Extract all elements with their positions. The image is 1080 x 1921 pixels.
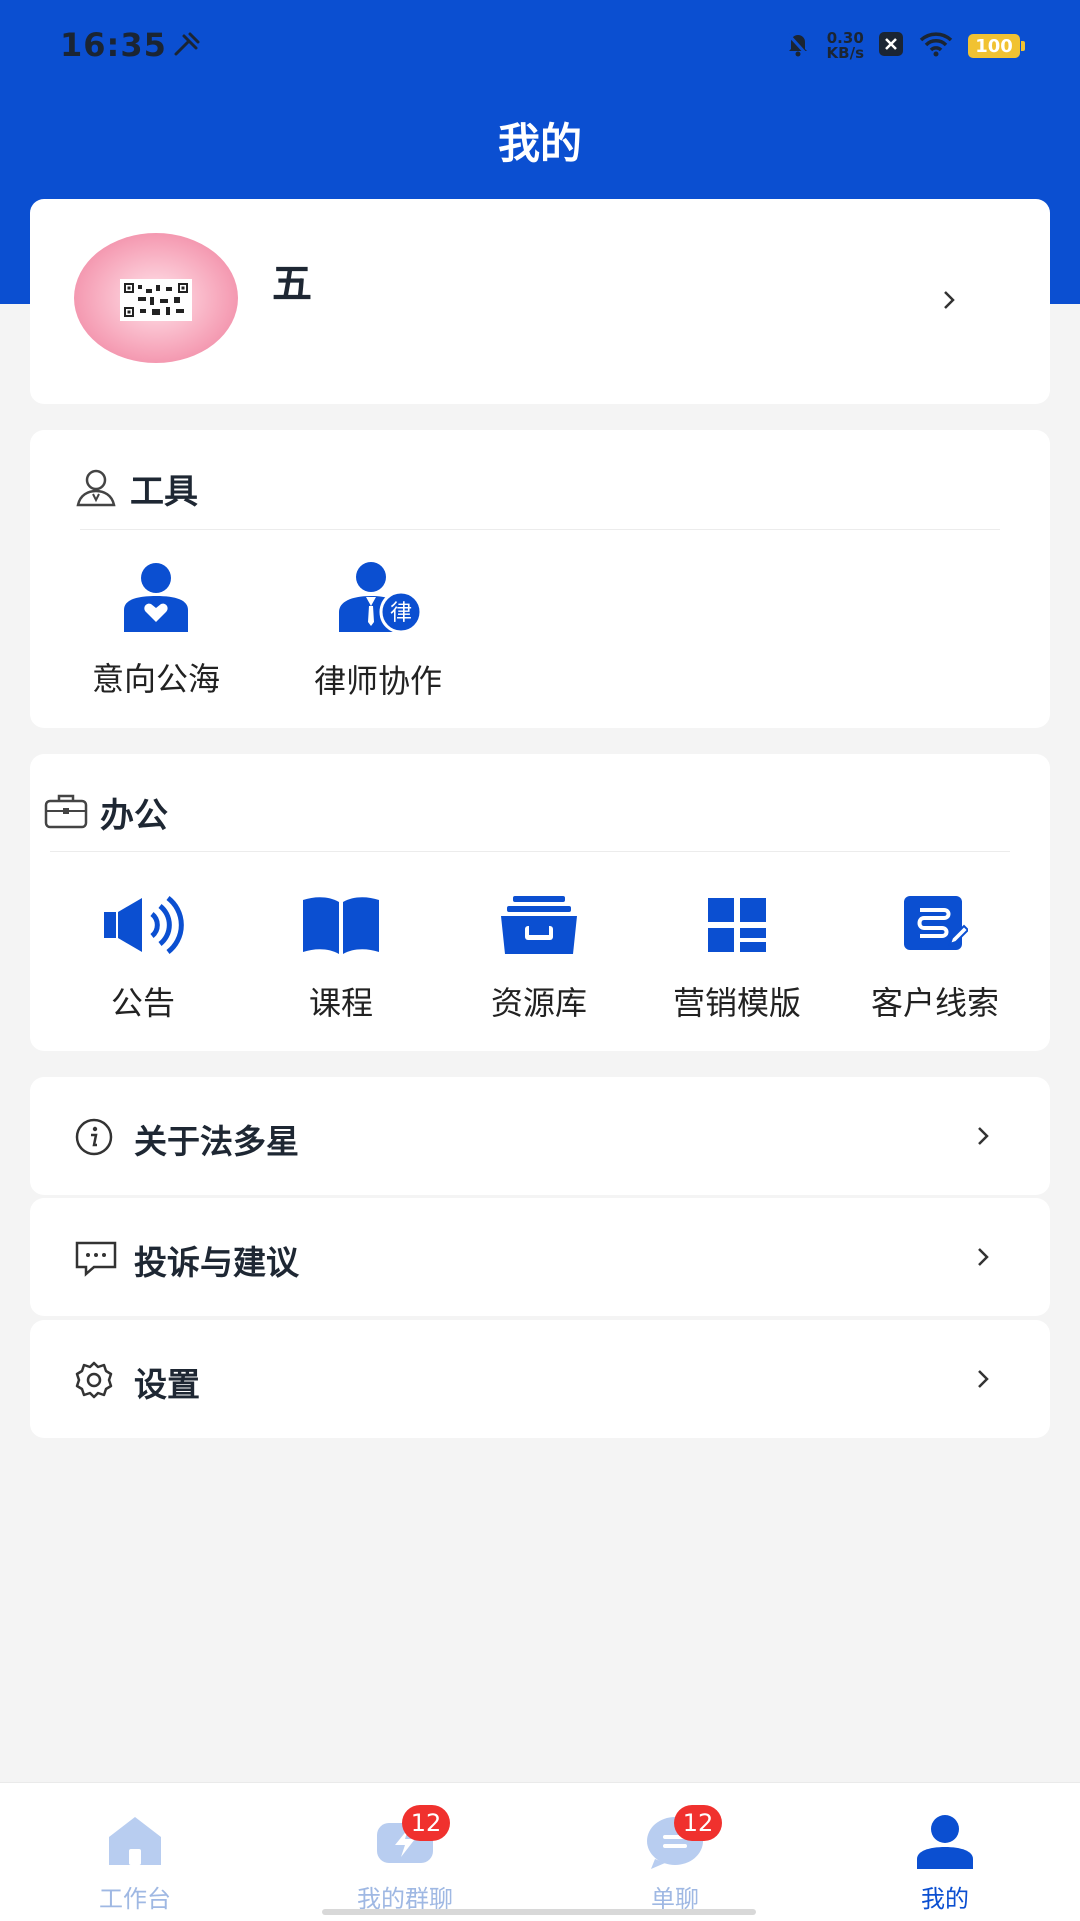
template-grid-icon — [638, 894, 836, 960]
gear-icon — [74, 1360, 114, 1400]
office-item-announcement[interactable]: 公告 — [44, 894, 242, 1024]
status-bar: 16:35 0.30 KB/s 100 — [0, 0, 1080, 92]
wifi-icon — [918, 31, 954, 61]
unread-badge: 12 — [402, 1805, 450, 1841]
home-icon — [105, 1813, 165, 1869]
divider — [80, 529, 1000, 530]
net-speed-unit: KB/s — [826, 44, 864, 62]
office-item-marketing-template[interactable]: 营销模版 — [638, 894, 836, 1024]
book-icon — [242, 894, 440, 960]
net-speed: 0.30 KB/s — [827, 31, 864, 61]
menu-label: 关于法多星 — [134, 1122, 299, 1161]
tools-title: 工具 — [130, 472, 198, 512]
menu-item-feedback[interactable]: 投诉与建议 — [30, 1198, 1050, 1316]
unread-badge: 12 — [674, 1805, 722, 1841]
chevron-right-icon — [972, 1125, 994, 1147]
office-section-header: 办公 — [44, 788, 168, 837]
office-label: 资源库 — [490, 984, 587, 1022]
speaker-icon — [44, 894, 242, 960]
battery-indicator: 100 — [968, 34, 1025, 58]
office-item-client-leads[interactable]: 客户线索 — [836, 894, 1034, 1024]
chevron-right-icon — [972, 1368, 994, 1390]
tool-item-intent-pool[interactable]: 意向公海 — [56, 560, 256, 700]
tab-mine[interactable]: 我的 — [810, 1783, 1080, 1921]
office-card: 办公 公告 课程 资源库 营销模版 客户线索 — [30, 754, 1050, 1051]
mute-bell-icon — [783, 29, 813, 63]
page-title: 我的 — [497, 119, 582, 168]
tab-group-chat[interactable]: 12 我的群聊 — [270, 1783, 540, 1921]
tool-item-lawyer-collab[interactable]: 律 律师协作 — [278, 560, 478, 702]
chevron-right-icon[interactable] — [938, 289, 960, 311]
office-label: 营销模版 — [672, 984, 801, 1022]
tools-card: 工具 意向公海 律 律师协作 — [30, 430, 1050, 728]
svg-text:律: 律 — [390, 601, 412, 626]
status-time: 16:35 — [60, 26, 167, 64]
office-label: 公告 — [110, 984, 175, 1022]
client-lead-icon — [836, 894, 1034, 960]
tools-status-icon — [172, 30, 202, 60]
briefcase-icon — [44, 793, 88, 833]
close-box-icon — [878, 31, 904, 61]
tools-section-header: 工具 — [74, 464, 198, 513]
office-title: 办公 — [100, 796, 168, 836]
menu-item-about[interactable]: 关于法多星 — [30, 1077, 1050, 1195]
profile-card[interactable]: 五 — [30, 199, 1050, 404]
chevron-right-icon — [972, 1246, 994, 1268]
user-heart-icon — [56, 560, 256, 636]
qr-code-icon — [120, 279, 192, 321]
menu-item-settings[interactable]: 设置 — [30, 1320, 1050, 1438]
bottom-tab-bar: 工作台 12 我的群聊 12 单聊 我的 — [0, 1782, 1080, 1921]
user-name: 五 — [272, 261, 312, 307]
menu-label: 投诉与建议 — [134, 1243, 299, 1282]
menu-label: 设置 — [134, 1365, 200, 1404]
office-label: 课程 — [308, 984, 373, 1022]
office-item-course[interactable]: 课程 — [242, 894, 440, 1024]
office-label: 客户线索 — [870, 984, 999, 1022]
lawyer-icon: 律 — [278, 560, 478, 638]
home-indicator[interactable] — [322, 1909, 756, 1915]
feedback-icon — [74, 1238, 117, 1278]
office-item-resource-library[interactable]: 资源库 — [440, 894, 638, 1024]
tool-label: 律师协作 — [313, 662, 442, 700]
avatar[interactable] — [74, 233, 238, 363]
tool-label: 意向公海 — [91, 660, 220, 698]
tab-label: 我的 — [921, 1885, 969, 1913]
user-outline-icon — [74, 467, 118, 511]
tab-direct-chat[interactable]: 12 单聊 — [540, 1783, 810, 1921]
archive-box-icon — [440, 894, 638, 960]
info-icon — [74, 1117, 114, 1157]
divider — [50, 851, 1010, 852]
person-icon — [915, 1813, 975, 1869]
tab-workbench[interactable]: 工作台 — [0, 1783, 270, 1921]
tab-label: 工作台 — [99, 1885, 171, 1913]
